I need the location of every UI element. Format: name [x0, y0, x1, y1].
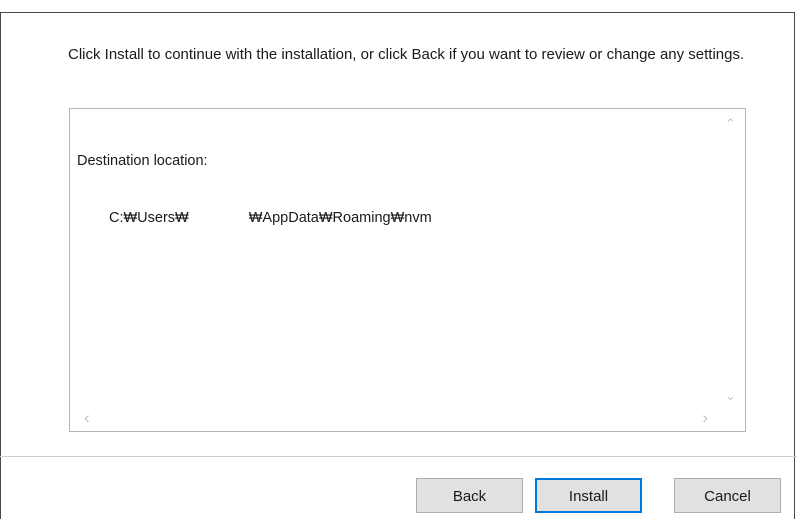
scroll-right-icon[interactable]: ›	[702, 409, 708, 426]
path-suffix: ₩AppData₩Roaming₩nvm	[248, 210, 432, 226]
ready-memo-box: Destination location: C:₩Users₩ ₩AppData…	[69, 108, 746, 432]
redacted-username	[188, 209, 249, 227]
scroll-down-icon[interactable]: ⌄	[725, 389, 736, 402]
scrollbar-corner	[716, 408, 745, 431]
memo-path-row: C:₩Users₩ ₩AppData₩Roaming₩nvm	[77, 209, 715, 228]
horizontal-scrollbar[interactable]: ‹ ›	[70, 408, 716, 431]
path-prefix: C:₩Users₩	[109, 210, 189, 226]
install-button[interactable]: Install	[535, 478, 642, 513]
scroll-left-icon[interactable]: ‹	[84, 409, 90, 426]
scroll-up-icon[interactable]: ⌃	[725, 117, 736, 130]
memo-content: Destination location: C:₩Users₩ ₩AppData…	[77, 114, 715, 407]
footer-separator	[0, 456, 797, 457]
cancel-button[interactable]: Cancel	[674, 478, 781, 513]
vertical-scrollbar[interactable]: ⌃ ⌄	[716, 109, 745, 408]
instruction-text: Click Install to continue with the insta…	[68, 46, 745, 63]
memo-heading: Destination location:	[77, 153, 208, 169]
back-button[interactable]: Back	[416, 478, 523, 513]
